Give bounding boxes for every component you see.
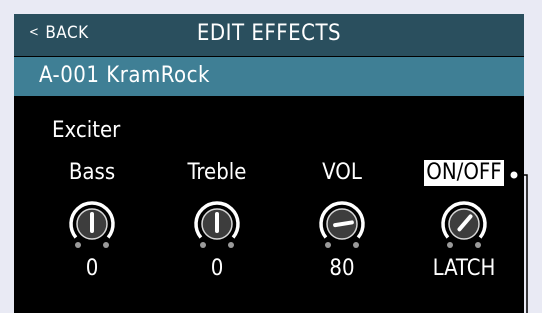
knob-bass[interactable] bbox=[37, 192, 147, 256]
knob-treble[interactable] bbox=[162, 192, 272, 256]
patch-bar[interactable]: A-001 KramRock bbox=[14, 57, 524, 96]
param-treble: Treble 0 bbox=[162, 160, 272, 281]
param-vol: VOL 80 bbox=[287, 160, 397, 281]
param-label: Bass bbox=[68, 160, 116, 185]
knob-on-off[interactable] bbox=[409, 192, 519, 256]
knob-icon bbox=[441, 201, 487, 248]
effect-name: Exciter bbox=[52, 118, 121, 143]
param-on-off: ON/OFF LATCH bbox=[409, 160, 519, 281]
device-screen: < BACK EDIT EFFECTS A-001 KramRock Excite… bbox=[14, 14, 524, 313]
page-title: EDIT EFFECTS bbox=[196, 21, 342, 46]
patch-name: A-001 KramRock bbox=[39, 63, 210, 88]
knob-icon bbox=[319, 201, 365, 248]
knob-icon bbox=[194, 201, 240, 248]
param-value: 0 bbox=[85, 256, 99, 281]
knob-vol[interactable] bbox=[287, 192, 397, 256]
param-value: 0 bbox=[210, 256, 224, 281]
param-value: 80 bbox=[329, 256, 355, 281]
param-value: LATCH bbox=[432, 256, 496, 281]
param-label: Treble bbox=[187, 160, 247, 185]
header-bar: < BACK EDIT EFFECTS bbox=[14, 14, 524, 56]
param-label: ON/OFF bbox=[424, 160, 504, 186]
knob-icon bbox=[69, 201, 115, 248]
param-label: VOL bbox=[322, 160, 362, 185]
param-bass: Bass 0 bbox=[37, 160, 147, 281]
